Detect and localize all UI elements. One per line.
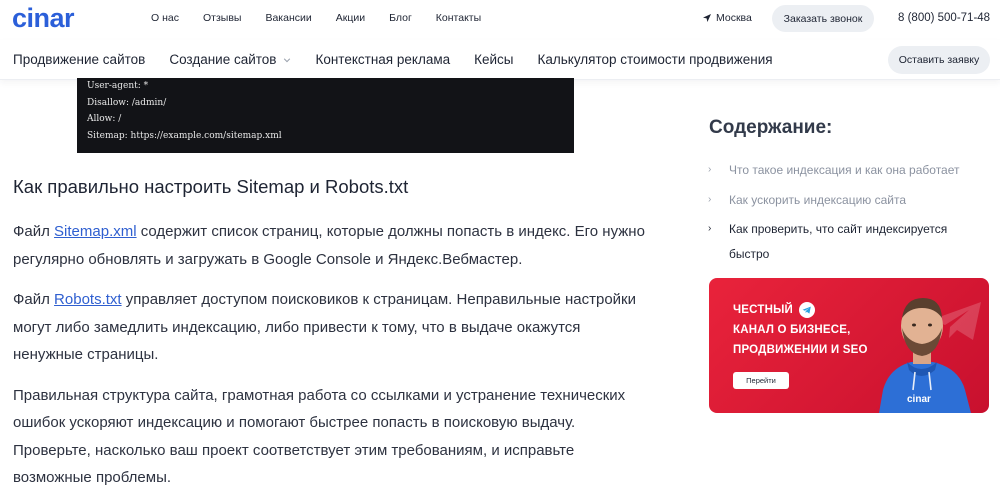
paragraph-structure: Правильная структура сайта, грамотная ра… — [13, 386, 626, 487]
toc-item-label: Как проверить, что сайт индексируется бы… — [729, 222, 948, 261]
code-line: Disallow: /admin/ — [87, 97, 167, 108]
code-line: Allow: / — [87, 114, 122, 124]
sitemap-link[interactable]: Sitemap.xml — [54, 223, 137, 240]
banner-go-button[interactable]: Перейти — [733, 372, 789, 389]
chevron-right-icon: › — [708, 164, 712, 175]
nav-seo[interactable]: Продвижение сайтов — [13, 52, 145, 67]
telegram-icon — [799, 302, 816, 318]
section-heading: Как правильно настроить Sitemap и Robots… — [13, 176, 409, 197]
nav-calculator[interactable]: Калькулятор стоимости продвижения — [538, 52, 773, 67]
nav-calculator-label: Калькулятор стоимости продвижения — [537, 52, 773, 67]
location-arrow-icon — [703, 14, 711, 22]
top-nav-about[interactable]: О нас — [151, 12, 179, 24]
toc-item[interactable]: › Как ускорить индексацию сайта — [708, 188, 988, 213]
top-nav-blog[interactable]: Блог — [389, 12, 412, 24]
svg-text:cinar: cinar — [907, 394, 931, 405]
code-line: User-agent: * — [87, 81, 149, 91]
code-block: User-agent: * Disallow: /admin/ Allow: /… — [77, 78, 574, 153]
leave-request-button[interactable]: Оставить заявку — [888, 46, 990, 74]
code-line: Sitemap: https://example.com/sitemap.xml — [87, 130, 282, 141]
top-nav-promotions[interactable]: Акции — [336, 12, 365, 24]
top-bar: cinar О нас Отзывы Вакансии Акции Блог К… — [0, 0, 1000, 38]
cinar-logo[interactable]: cinar — [12, 6, 106, 32]
svg-text:cinar: cinar — [12, 6, 75, 32]
nav-web-development-label: Создание сайтов — [169, 52, 277, 67]
nav-seo-label: Продвижение сайтов — [13, 52, 146, 67]
chevron-down-icon — [284, 57, 291, 62]
main-nav-bar: Продвижение сайтов Создание сайтов Конте… — [0, 40, 1000, 80]
paragraph-text: Файл — [13, 291, 55, 308]
top-nav-reviews[interactable]: Отзывы — [203, 12, 241, 24]
banner-line: ПРОДВИЖЕНИИ И SEO — [733, 344, 868, 356]
city-label: Москва — [716, 12, 752, 24]
top-nav-vacancies[interactable]: Вакансии — [265, 12, 311, 24]
paragraph-sitemap: Файл Sitemap.xml содержит список страниц… — [13, 218, 653, 273]
banner-line: ЧЕСТНЫЙ — [733, 304, 794, 316]
toc-item-label: Что такое индексация и как она работает — [729, 163, 960, 177]
nav-context-ads-label: Контекстная реклама — [315, 52, 451, 67]
table-of-contents: › Что такое индексация и как она работае… — [708, 158, 988, 271]
chevron-right-icon: › — [708, 193, 712, 205]
nav-cases-label: Кейсы — [474, 52, 514, 67]
robots-link[interactable]: Robots.txt — [54, 291, 122, 308]
toc-item-label: Как ускорить индексацию сайта — [729, 192, 907, 207]
nav-web-development[interactable]: Создание сайтов — [169, 52, 291, 67]
toc-title: Содержание: — [709, 117, 833, 138]
paragraph-robots: Файл Robots.txt управляет доступом поиск… — [13, 286, 653, 369]
banner-line: КАНАЛ О БИЗНЕСЕ, — [733, 324, 851, 336]
nav-context-ads[interactable]: Контекстная реклама — [315, 52, 450, 67]
top-nav: О нас Отзывы Вакансии Акции Блог Контакт… — [151, 12, 505, 24]
callback-button[interactable]: Заказать звонок — [772, 5, 874, 32]
main-nav: Продвижение сайтов Создание сайтов Конте… — [13, 52, 797, 67]
top-nav-contacts[interactable]: Контакты — [436, 12, 481, 24]
phone-number[interactable]: 8 (800) 500-71-48 — [898, 12, 990, 24]
toc-item-active[interactable]: › Как проверить, что сайт индексируется … — [708, 217, 988, 266]
presenter-photo: cinar — [879, 298, 981, 413]
nav-cases[interactable]: Кейсы — [474, 52, 513, 67]
chevron-right-icon: › — [708, 223, 712, 234]
banner-text: ЧЕСТНЫЙ КАНАЛ О БИЗНЕСЕ, ПРОДВИЖЕНИИ И S… — [733, 300, 868, 360]
paragraph-text: Файл — [13, 223, 55, 240]
toc-item[interactable]: › Что такое индексация и как она работае… — [708, 158, 988, 183]
city-selector[interactable]: Москва — [703, 12, 752, 24]
telegram-channel-banner[interactable]: ЧЕСТНЫЙ КАНАЛ О БИЗНЕСЕ, ПРОДВИЖЕНИИ И S… — [709, 278, 989, 413]
article-content: Как правильно настроить Sitemap и Robots… — [13, 176, 653, 495]
